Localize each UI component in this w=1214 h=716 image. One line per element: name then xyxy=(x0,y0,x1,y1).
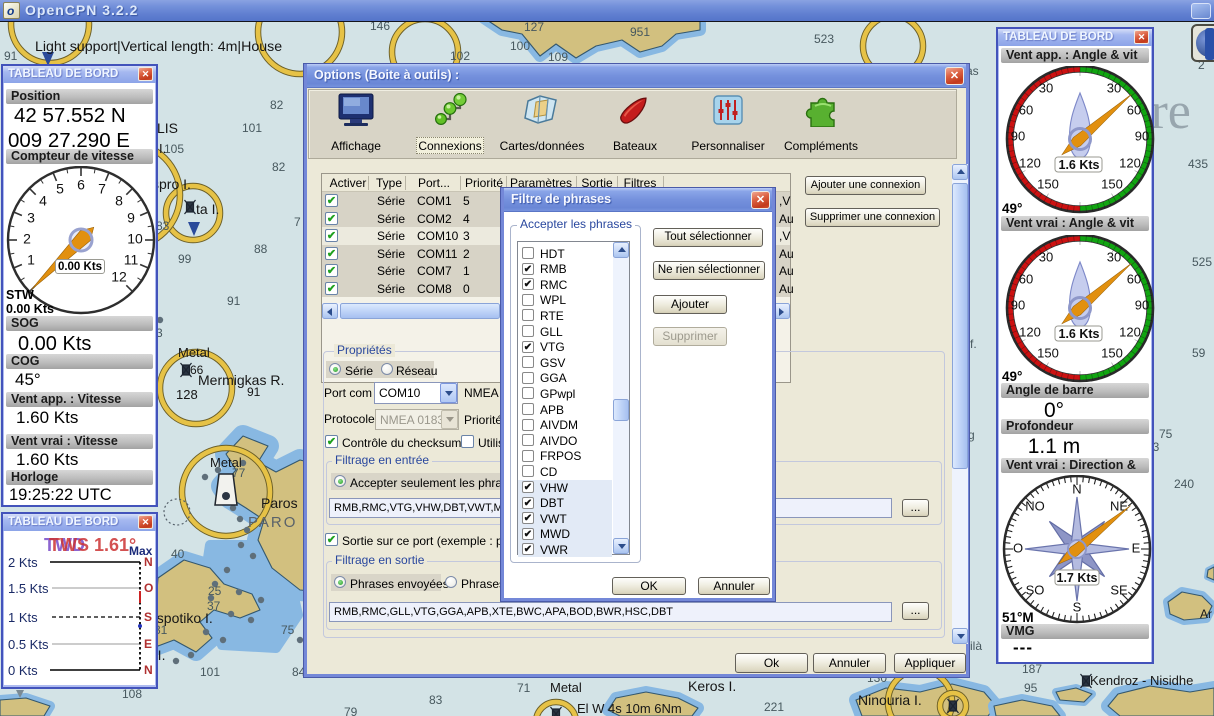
svg-text:ta I.: ta I. xyxy=(196,201,219,217)
svg-text:82: 82 xyxy=(272,160,286,174)
svg-text:Light support|Vertical length:: Light support|Vertical length: 4m|House xyxy=(35,39,282,55)
svg-text:10: 10 xyxy=(127,231,143,247)
svg-text:2: 2 xyxy=(23,231,31,247)
svg-text:12: 12 xyxy=(111,269,127,285)
svg-text:82: 82 xyxy=(270,98,284,112)
svg-text:102: 102 xyxy=(450,49,470,63)
svg-text:SE: SE xyxy=(1110,582,1128,597)
svg-text:30: 30 xyxy=(1039,249,1053,264)
svg-text:88: 88 xyxy=(254,242,268,256)
svg-text:30: 30 xyxy=(1107,80,1121,95)
svg-text:PARO: PARO xyxy=(248,514,297,531)
svg-text:60: 60 xyxy=(1019,271,1033,286)
svg-text:I.: I. xyxy=(159,141,166,156)
svg-text:7: 7 xyxy=(294,215,301,229)
svg-text:LIS: LIS xyxy=(157,120,178,136)
svg-text:99: 99 xyxy=(178,252,192,266)
svg-text:59: 59 xyxy=(1192,346,1206,360)
svg-text:120: 120 xyxy=(1019,155,1041,170)
svg-text:60: 60 xyxy=(1127,271,1141,286)
svg-text:90: 90 xyxy=(1011,128,1025,143)
svg-text:221: 221 xyxy=(764,700,784,714)
svg-text:120: 120 xyxy=(1019,324,1041,339)
svg-text:espotiko I.: espotiko I. xyxy=(149,610,213,626)
svg-text:El W 4s 10m 6Nm: El W 4s 10m 6Nm xyxy=(577,701,682,716)
svg-text:4: 4 xyxy=(39,193,47,209)
svg-text:1: 1 xyxy=(27,252,35,268)
svg-text:Kendroz - Nisidhe: Kendroz - Nisidhe xyxy=(1090,673,1193,688)
svg-text:100: 100 xyxy=(510,39,530,53)
svg-text:79: 79 xyxy=(344,705,358,716)
svg-text:120: 120 xyxy=(1119,324,1141,339)
svg-text:NE: NE xyxy=(1110,498,1128,513)
svg-text:5: 5 xyxy=(56,181,64,197)
svg-text:3: 3 xyxy=(27,210,35,226)
svg-text:30: 30 xyxy=(1107,249,1121,264)
svg-text:Keros I.: Keros I. xyxy=(688,678,736,694)
svg-text:91: 91 xyxy=(247,385,261,399)
svg-text:101: 101 xyxy=(200,665,220,679)
svg-text:435: 435 xyxy=(1188,157,1208,171)
svg-text:E: E xyxy=(1132,540,1141,555)
svg-text:11: 11 xyxy=(124,252,139,268)
svg-text:60: 60 xyxy=(1127,102,1141,117)
svg-text:8: 8 xyxy=(115,193,123,209)
svg-text:Ar: Ar xyxy=(1200,607,1212,621)
svg-text:128: 128 xyxy=(176,387,198,402)
svg-text:1.6 Kts: 1.6 Kts xyxy=(1059,158,1100,172)
svg-text:O: O xyxy=(1013,540,1023,555)
svg-text:40: 40 xyxy=(171,547,185,561)
svg-text:525: 525 xyxy=(1192,255,1212,269)
svg-text:25: 25 xyxy=(208,584,222,598)
svg-text:91: 91 xyxy=(4,49,18,63)
svg-text:91: 91 xyxy=(227,294,241,308)
svg-text:Ninouria I.: Ninouria I. xyxy=(858,692,922,708)
svg-text:83: 83 xyxy=(429,693,443,707)
svg-text:60: 60 xyxy=(1019,102,1033,117)
svg-text:109: 109 xyxy=(548,50,568,64)
svg-text:7: 7 xyxy=(98,181,106,197)
svg-text:30: 30 xyxy=(1039,80,1053,95)
svg-text:150: 150 xyxy=(1037,176,1059,191)
svg-text:Metal: Metal xyxy=(550,680,582,695)
svg-text:S: S xyxy=(1073,599,1082,614)
svg-text:N: N xyxy=(1072,481,1081,496)
svg-text:75: 75 xyxy=(281,623,295,637)
svg-text:90: 90 xyxy=(1135,128,1149,143)
svg-text:150: 150 xyxy=(1101,345,1123,360)
svg-text:Metal: Metal xyxy=(178,345,210,360)
svg-text:6: 6 xyxy=(77,177,85,193)
svg-text:NO: NO xyxy=(1025,498,1045,513)
svg-text:75: 75 xyxy=(1159,427,1173,441)
svg-text:66: 66 xyxy=(190,363,204,377)
svg-text:120: 120 xyxy=(1119,155,1141,170)
svg-text:SO: SO xyxy=(1026,582,1045,597)
svg-text:90: 90 xyxy=(1011,297,1025,312)
svg-text:Paros: Paros xyxy=(261,495,298,511)
svg-text:f.: f. xyxy=(970,337,977,351)
svg-text:240: 240 xyxy=(1174,477,1194,491)
svg-text:150: 150 xyxy=(1101,176,1123,191)
svg-text:9: 9 xyxy=(127,210,135,226)
svg-text:71: 71 xyxy=(517,681,531,695)
svg-text:523: 523 xyxy=(814,32,834,46)
svg-text:150: 150 xyxy=(1037,345,1059,360)
svg-text:108: 108 xyxy=(122,687,142,701)
svg-text:105: 105 xyxy=(164,142,184,156)
svg-text:Mermigkas R.: Mermigkas R. xyxy=(198,372,284,388)
svg-text:187: 187 xyxy=(1022,662,1042,676)
svg-text:1.7 Kts: 1.7 Kts xyxy=(1057,571,1098,585)
svg-text:90: 90 xyxy=(1135,297,1149,312)
svg-text:1.6 Kts: 1.6 Kts xyxy=(1059,327,1100,341)
svg-text:95: 95 xyxy=(1024,681,1038,695)
svg-text:ilà: ilà xyxy=(970,639,982,653)
svg-text:951: 951 xyxy=(630,25,650,39)
svg-text:127: 127 xyxy=(524,20,544,34)
svg-text:Metal: Metal xyxy=(210,455,242,470)
svg-text:101: 101 xyxy=(242,121,262,135)
